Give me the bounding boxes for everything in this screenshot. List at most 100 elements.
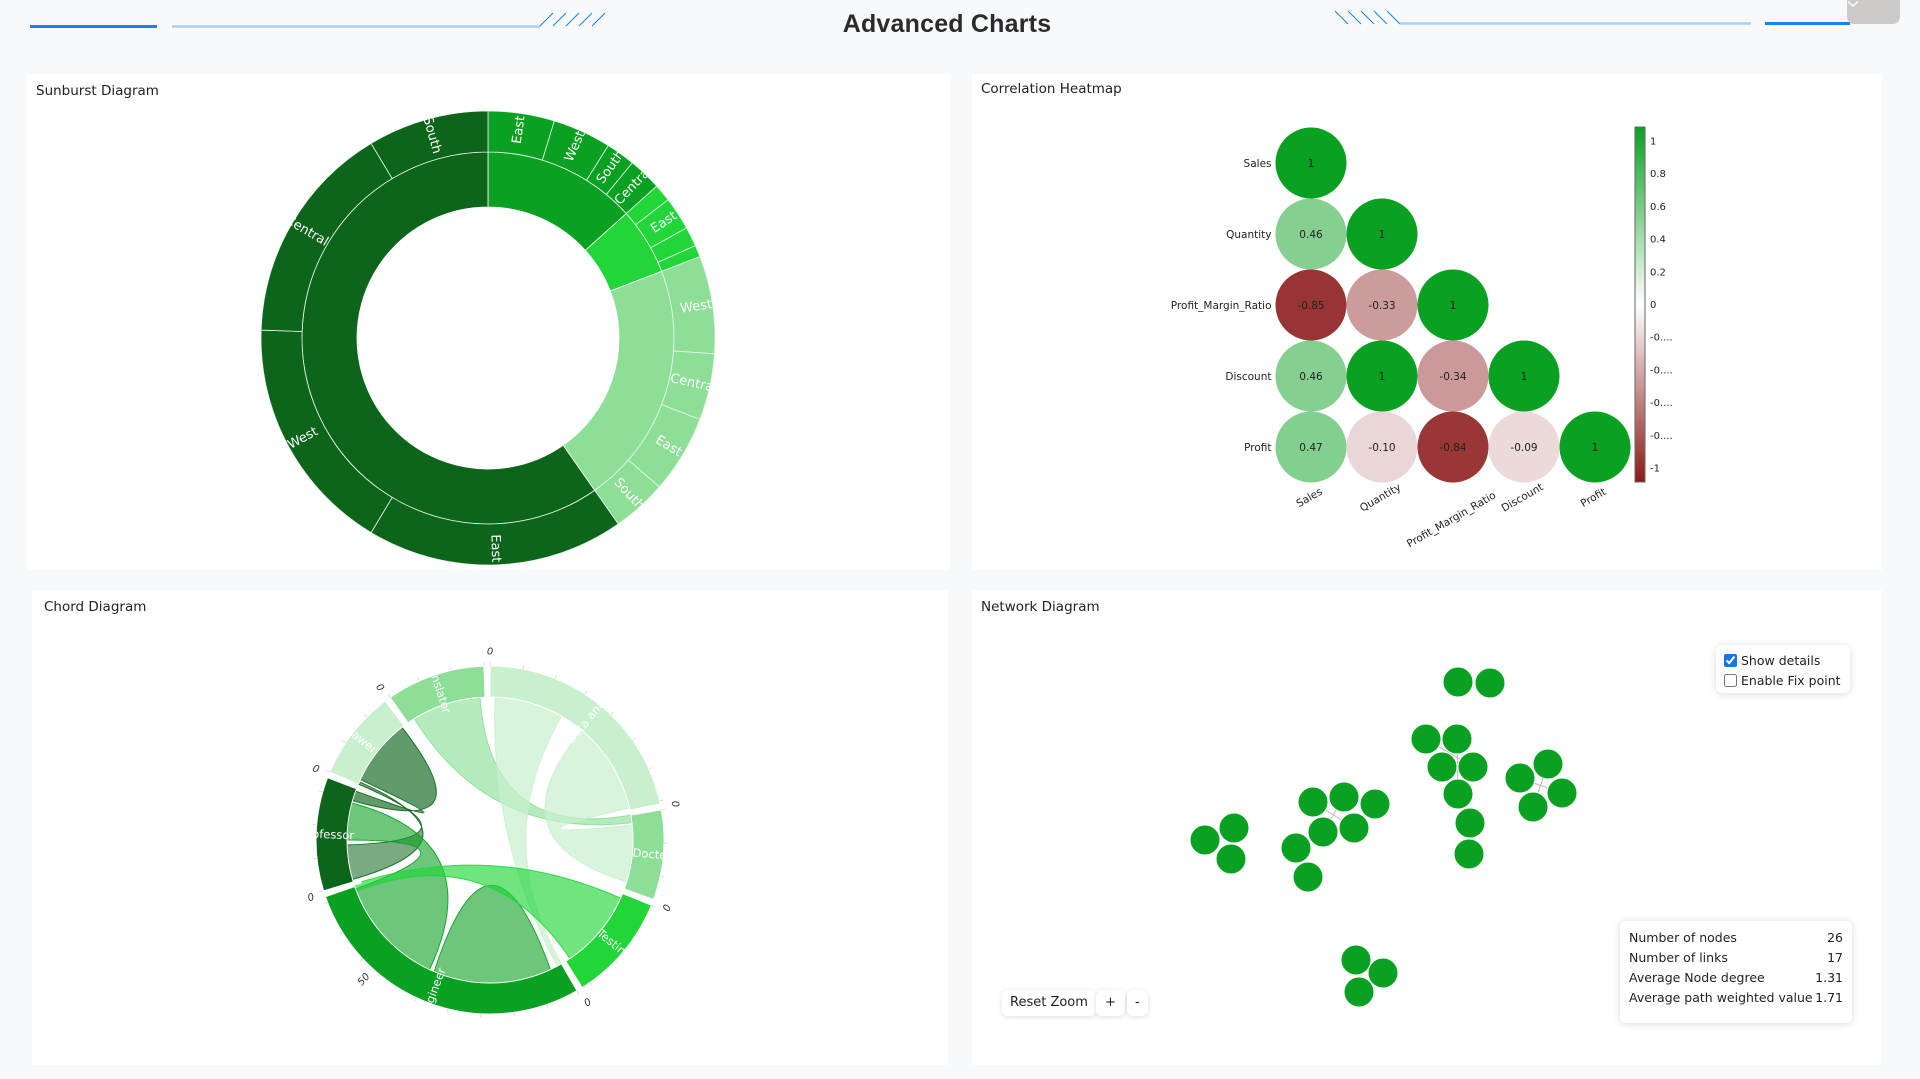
network-node[interactable] <box>1546 777 1578 809</box>
chord-tick <box>584 690 588 695</box>
page-title: Advanced Charts <box>842 10 1052 38</box>
network-node[interactable] <box>1441 723 1473 755</box>
show-details-option[interactable]: Show details <box>1724 653 1820 668</box>
network-node[interactable] <box>1359 788 1391 820</box>
network-panel: Network Diagram Show details Enable Fix … <box>972 590 1882 1065</box>
chord-tick <box>513 1012 516 1017</box>
zoom-out-button[interactable]: - <box>1127 990 1148 1016</box>
chord-tick <box>414 997 417 1002</box>
stat-label: Average path weighted value <box>1629 990 1813 1005</box>
stat-label: Number of nodes <box>1629 930 1737 945</box>
colorbar-tick-label: 0.2 <box>1650 267 1666 278</box>
network-node[interactable] <box>1218 812 1250 844</box>
stat-row: Number of nodes 26 <box>1629 930 1843 945</box>
network-node[interactable] <box>1338 812 1370 844</box>
network-node[interactable] <box>1280 832 1312 864</box>
stat-row: Average path weighted value 1.71 <box>1629 990 1843 1005</box>
colorbar-tick-label: -0.... <box>1650 365 1673 376</box>
network-node[interactable] <box>1426 751 1458 783</box>
network-stats-panel: Number of nodes 26 Number of links 17 Av… <box>1620 921 1852 1023</box>
chord-tick <box>589 982 593 987</box>
colorbar-tick-label: 0 <box>1650 300 1656 311</box>
chord-tick <box>648 767 653 770</box>
heatmap-row-label: Profit <box>1244 442 1271 454</box>
network-node[interactable] <box>1454 807 1486 839</box>
chord-tick <box>359 958 364 962</box>
stat-value: 26 <box>1827 930 1843 945</box>
network-node[interactable] <box>1517 791 1549 823</box>
network-node[interactable] <box>1328 781 1360 813</box>
enable-fix-point-option[interactable]: Enable Fix point <box>1724 673 1841 688</box>
heatmap-panel: Correlation Heatmap Sales Sales Quantity Qu… <box>972 74 1882 570</box>
heatmap-col-label: Profit_Margin_Ratio <box>1405 490 1498 551</box>
chord-tick <box>338 931 343 935</box>
chord-tick-label: 50 <box>356 971 373 988</box>
chord-tick <box>387 693 391 698</box>
network-node[interactable] <box>1442 666 1474 698</box>
chord-tick <box>659 799 664 802</box>
colorbar-tick-label: 1 <box>1650 137 1656 148</box>
network-node[interactable] <box>1367 957 1399 989</box>
chord-tick-label: 0 <box>306 892 315 904</box>
show-details-checkbox[interactable] <box>1724 654 1737 667</box>
chord-tick <box>384 980 389 985</box>
chord-tick <box>318 790 323 793</box>
chord-tick <box>342 740 347 744</box>
sunburst-panel: Sunburst Diagram East West South Central Eas… <box>27 74 950 570</box>
heatmap-cell-value: -0.10 <box>1368 442 1395 454</box>
chord-tick <box>363 713 368 718</box>
network-node[interactable] <box>1410 723 1442 755</box>
chord-tick <box>651 904 656 908</box>
heatmap-cell-value: -0.33 <box>1368 300 1395 312</box>
chord-tick <box>614 960 619 965</box>
chord-tick <box>449 666 452 671</box>
heatmap-row-label: Sales <box>1244 158 1272 170</box>
network-node[interactable] <box>1532 748 1564 780</box>
stat-label: Average Node degree <box>1629 970 1765 985</box>
network-node[interactable] <box>1215 843 1247 875</box>
sunburst-chart: East WestSouthCentralEastWestCentralEastS… <box>260 110 718 566</box>
network-node[interactable] <box>1307 816 1339 848</box>
heatmap-row-label: Profit_Margin_Ratio <box>1171 300 1272 312</box>
heatmap-cell-value: 1 <box>1450 300 1457 312</box>
network-node[interactable] <box>1453 838 1485 870</box>
heatmap-chart: SalesSalesQuantityQuantityProfit_Margin_… <box>1171 126 1673 551</box>
stat-value: 17 <box>1827 950 1843 965</box>
header-dropdown-button[interactable] <box>1847 0 1900 24</box>
heatmap-col-label: Profit <box>1579 486 1609 510</box>
network-node[interactable] <box>1297 786 1329 818</box>
stat-label: Number of links <box>1629 950 1728 965</box>
chord-tick-label: 0 <box>581 995 592 1008</box>
page-header: Advanced Charts <box>0 0 1920 55</box>
heatmap-cell-value: 0.46 <box>1299 229 1323 241</box>
enable-fix-point-checkbox[interactable] <box>1724 674 1737 687</box>
network-node[interactable] <box>1340 944 1372 976</box>
chord-tick-label: 0 <box>373 682 386 694</box>
heatmap-col-label: Quantity <box>1358 481 1403 514</box>
colorbar-tick-label: 0.4 <box>1650 235 1666 246</box>
chord-tick-label: 0 <box>669 800 681 808</box>
chord-tick <box>660 875 665 878</box>
chord-tick <box>546 1004 549 1009</box>
network-node[interactable] <box>1504 762 1536 794</box>
heatmap-cell-value: 1 <box>1379 371 1386 383</box>
chord-panel: Chord Diagram Data analyst Docter Testing E… <box>32 590 948 1065</box>
network-node[interactable] <box>1442 778 1474 810</box>
network-node[interactable] <box>1189 824 1221 856</box>
network-node[interactable] <box>1457 751 1489 783</box>
heatmap-cell-value: -0.84 <box>1439 442 1466 454</box>
network-node[interactable] <box>1474 667 1506 699</box>
chord-tick <box>576 990 580 995</box>
chord-tick <box>610 711 615 716</box>
reset-zoom-button[interactable]: Reset Zoom <box>1002 990 1096 1016</box>
chord-tick-label: 0 <box>487 647 493 658</box>
chord-group-label: Professor <box>301 826 355 842</box>
stat-row: Average Node degree 1.31 <box>1629 970 1843 985</box>
zoom-in-button[interactable]: + <box>1096 990 1125 1016</box>
heatmap-cell-value: 0.46 <box>1299 371 1323 383</box>
chord-tick <box>319 890 324 893</box>
colorbar-tick-label: -0.... <box>1650 431 1673 442</box>
network-node[interactable] <box>1292 861 1324 893</box>
network-node[interactable] <box>1343 976 1375 1008</box>
enable-fix-point-label: Enable Fix point <box>1741 673 1841 688</box>
